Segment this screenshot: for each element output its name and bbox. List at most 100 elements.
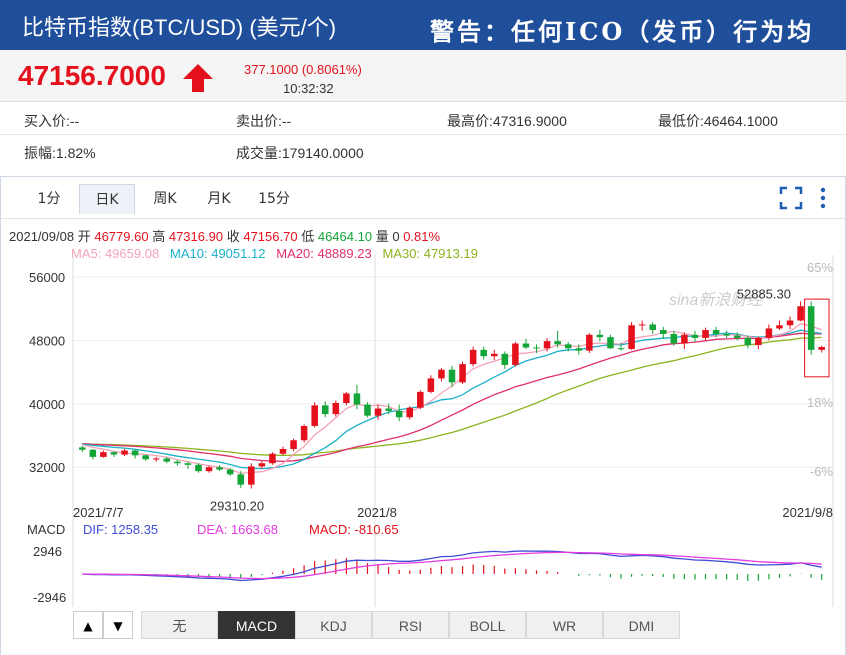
amplitude: 振幅:1.82% — [24, 145, 96, 161]
candle-body — [596, 334, 604, 338]
candle-body — [659, 330, 667, 334]
more-vertical-icon[interactable] — [813, 186, 833, 210]
candle-body — [395, 410, 403, 418]
x-axis-label: 2021/9/8 — [782, 505, 833, 520]
tab-indicator-dmi[interactable]: DMI — [603, 611, 680, 639]
candle-body — [427, 378, 435, 392]
ma30-line — [82, 336, 822, 456]
candle-body — [638, 324, 646, 326]
tab-indicator-none[interactable]: 无 — [141, 611, 218, 639]
candle-body — [205, 467, 213, 472]
candle-body — [575, 348, 583, 351]
x-axis-label: 2021/7/7 — [73, 505, 124, 520]
candle-body — [533, 347, 540, 349]
tab-1min[interactable]: 1分 — [21, 184, 77, 214]
candle-body — [195, 464, 202, 472]
bid-price: 买入价:-- — [24, 113, 80, 129]
low-price: 最低价:46464.1000 — [658, 113, 778, 129]
candle-body — [490, 353, 498, 357]
page-title: 比特币指数(BTC/USD) (美元/个) — [22, 15, 337, 40]
vol-value: 0 — [392, 229, 400, 244]
candle-body — [723, 333, 730, 336]
candle-body — [184, 463, 192, 465]
tab-indicator-macd[interactable]: MACD — [218, 611, 295, 639]
candle-body — [311, 405, 318, 426]
candle-body — [248, 466, 255, 485]
candle-body — [131, 450, 139, 456]
candle-body — [797, 306, 804, 321]
nav-down-button[interactable]: ▼ — [103, 611, 133, 639]
ma5-value: MA5: 49659.08 — [71, 246, 160, 261]
low-label: 低 — [301, 229, 315, 244]
candle-body — [353, 393, 361, 405]
dea-value: DEA: 1663.68 — [197, 522, 278, 537]
macd-tick-label: -2946 — [33, 590, 66, 605]
candle-body — [702, 330, 709, 338]
candle-body — [807, 306, 815, 350]
candle-body — [733, 335, 741, 338]
candle-body — [279, 448, 287, 454]
tab-daily[interactable]: 日K — [79, 184, 135, 214]
tab-indicator-rsi[interactable]: RSI — [372, 611, 449, 639]
candle-body — [501, 353, 509, 365]
candle-body — [417, 391, 424, 408]
high-label: 高 — [152, 229, 166, 244]
dif-line — [82, 550, 822, 582]
tab-indicator-boll[interactable]: BOLL — [449, 611, 526, 639]
candle-body — [152, 458, 160, 460]
price-tick-label: 40000 — [29, 397, 65, 412]
tab-monthly[interactable]: 月K — [191, 184, 247, 214]
dea-line — [82, 551, 822, 580]
candle-body — [512, 343, 519, 365]
open-label: 开 — [77, 229, 91, 244]
ma-legend: MA5: 49659.08 MA10: 49051.12 MA20: 48889… — [71, 246, 478, 261]
candle-body — [607, 337, 614, 349]
nav-up-button[interactable]: ▲ — [73, 611, 103, 639]
macd-value: MACD: -810.65 — [309, 522, 399, 537]
candle-body — [406, 407, 414, 418]
app-root: 比特币指数(BTC/USD) (美元/个) 警告：任何ICO（发币）行为均 47… — [0, 0, 846, 655]
candle-body — [364, 404, 371, 416]
price-tick-label: 32000 — [29, 460, 65, 475]
candle-body — [385, 408, 392, 411]
ma5-line — [82, 323, 822, 475]
candle-body — [321, 405, 329, 415]
up-arrow-icon — [183, 64, 213, 92]
candle-body — [79, 447, 86, 450]
stats-divider — [0, 134, 846, 135]
ma10-value: MA10: 49051.12 — [170, 246, 266, 261]
candle-body — [469, 349, 477, 365]
max-annotation: 52885.30 — [737, 286, 791, 301]
tab-indicator-wr[interactable]: WR — [526, 611, 603, 639]
price-tick-label: 56000 — [29, 270, 65, 285]
candle-body — [765, 328, 773, 338]
quote-bar: 47156.7000 377.1000 (0.8061%) 10:32:32 — [0, 50, 846, 102]
high-value: 47316.90 — [168, 229, 224, 244]
candle-body — [343, 393, 350, 403]
x-axis-label: 2021/8 — [357, 505, 397, 520]
candle-body — [522, 343, 530, 348]
candle-body — [691, 334, 699, 338]
candle-body — [755, 337, 762, 346]
macd-tick-label: 2946 — [33, 544, 62, 559]
price-change: 377.1000 (0.8061%) — [244, 62, 362, 77]
candle-body — [543, 341, 551, 349]
highlight-box — [804, 298, 830, 378]
candle-body — [237, 474, 245, 485]
tab-15min[interactable]: 15分 — [246, 184, 302, 214]
high-price: 最高价:47316.9000 — [447, 113, 567, 129]
tab-indicator-kdj[interactable]: KDJ — [295, 611, 372, 639]
close-label: 收 — [226, 229, 240, 244]
pct-tick-label: 65% — [807, 260, 833, 275]
fullscreen-icon[interactable] — [779, 186, 803, 210]
low-value: 46464.10 — [317, 229, 373, 244]
candle-body — [216, 467, 223, 470]
tab-weekly[interactable]: 周K — [137, 184, 193, 214]
stats-grid: 买入价:-- 卖出价:-- 最高价:47316.9000 最低价:46464.1… — [0, 103, 846, 171]
candle-body — [448, 369, 456, 383]
candle-body — [818, 347, 825, 350]
candle-body — [586, 334, 593, 351]
ohlc-date: 2021/09/08 — [9, 229, 75, 244]
candle-body — [649, 324, 656, 331]
candle-body — [670, 333, 678, 344]
